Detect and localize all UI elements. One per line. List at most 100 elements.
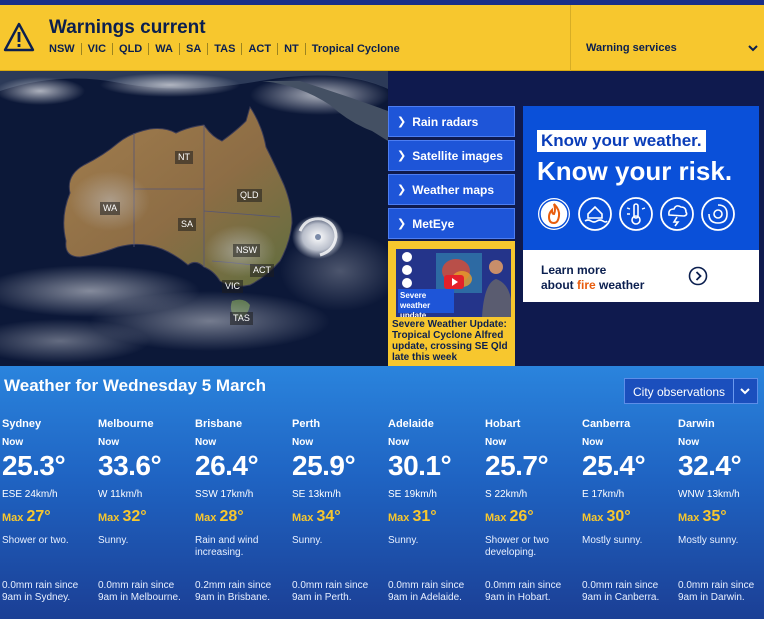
- quick-links: ❯ Rain radars ❯ Satellite images ❯ Weather …: [388, 106, 515, 242]
- max-temperature: Max 28°: [195, 508, 244, 525]
- state-link-nsw[interactable]: NSW: [49, 43, 81, 55]
- current-temperature: 25.4°: [582, 450, 646, 481]
- select-divider: [733, 379, 734, 403]
- chevron-right-icon: ❯: [397, 116, 407, 128]
- now-label: Now: [485, 437, 507, 448]
- wind: WNW 13km/h: [678, 489, 740, 500]
- wind: SSW 17km/h: [195, 489, 254, 500]
- thumbnail-label: Severe weather update: [400, 291, 431, 317]
- max-temperature: Max 34°: [292, 508, 341, 525]
- now-label: Now: [292, 437, 314, 448]
- state-link-sa[interactable]: SA: [178, 43, 207, 55]
- video-caption-link[interactable]: Severe Weather Update: Tropical Cyclone …: [392, 319, 514, 363]
- rainfall-since-9am: 0.0mm rain since 9am in Melbourne.: [98, 580, 181, 603]
- current-temperature: 25.9°: [292, 450, 356, 481]
- wind: ESE 24km/h: [2, 489, 58, 500]
- rainfall-since-9am: 0.0mm rain since 9am in Perth.: [292, 580, 369, 603]
- map-label-tas[interactable]: TAS: [230, 312, 253, 325]
- flood-icon: [578, 197, 612, 231]
- state-link-nt[interactable]: NT: [277, 43, 305, 55]
- state-link-act[interactable]: ACT: [241, 43, 277, 55]
- warnings-title[interactable]: Warnings current: [49, 17, 206, 39]
- warning-services-dropdown[interactable]: Warning services: [586, 42, 677, 54]
- rain-radars-link[interactable]: ❯ Rain radars: [388, 106, 515, 137]
- city-name[interactable]: Darwin: [678, 418, 715, 430]
- city-name[interactable]: Brisbane: [195, 418, 242, 430]
- current-temperature: 33.6°: [98, 450, 162, 481]
- chevron-right-icon: ❯: [397, 218, 407, 230]
- city-name[interactable]: Hobart: [485, 418, 520, 430]
- hazard-icons: [536, 196, 741, 232]
- chevron-down-icon[interactable]: [739, 386, 751, 396]
- rainfall-since-9am: 0.0mm rain since 9am in Hobart.: [485, 580, 562, 603]
- state-link-qld[interactable]: QLD: [112, 43, 148, 55]
- city-weather-panel: Weather for Wednesday 5 March City obser…: [0, 366, 764, 619]
- max-temperature: Max 31°: [388, 508, 437, 525]
- max-temperature: Max 30°: [582, 508, 631, 525]
- map-label-wa[interactable]: WA: [100, 202, 121, 215]
- severe-weather-video-card[interactable]: Severe weather update Severe Weather Upd…: [388, 241, 515, 366]
- select-value: City observations: [633, 385, 726, 399]
- forecast-description: Mostly sunny.: [582, 535, 643, 546]
- forecast-description: Shower or two developing.: [485, 535, 549, 558]
- weather-heading: Weather for Wednesday 5 March: [4, 376, 267, 395]
- forecast-description: Sunny.: [388, 535, 419, 546]
- state-link-tas[interactable]: TAS: [207, 43, 241, 55]
- state-link-vic[interactable]: VIC: [80, 43, 112, 55]
- forecast-description: Sunny.: [98, 535, 129, 546]
- map-label-qld[interactable]: QLD: [237, 189, 262, 202]
- forecast-description: Mostly sunny.: [678, 535, 739, 546]
- warning-triangle-icon: [3, 22, 35, 52]
- city-name[interactable]: Canberra: [582, 418, 630, 430]
- map-label-act[interactable]: ACT: [250, 264, 274, 277]
- city-name[interactable]: Adelaide: [388, 418, 434, 430]
- current-temperature: 26.4°: [195, 450, 259, 481]
- rainfall-since-9am: 0.0mm rain since 9am in Sydney.: [2, 580, 79, 603]
- city-name[interactable]: Perth: [292, 418, 320, 430]
- chevron-right-icon: ❯: [397, 184, 407, 196]
- current-temperature: 30.1°: [388, 450, 452, 481]
- wind: W 11km/h: [98, 489, 143, 500]
- weather-maps-link[interactable]: ❯ Weather maps: [388, 174, 515, 205]
- city-name[interactable]: Melbourne: [98, 418, 154, 430]
- heat-icon: [619, 197, 653, 231]
- now-label: Now: [388, 437, 410, 448]
- know-your-risk-ad[interactable]: Know your weather. Know your risk. Learn…: [523, 106, 759, 302]
- now-label: Now: [582, 437, 604, 448]
- warnings-divider: [570, 5, 571, 71]
- city-name[interactable]: Sydney: [2, 418, 41, 430]
- forecast-description: Sunny.: [292, 535, 323, 546]
- warnings-banner: Warnings current NSW VIC QLD WA SA TAS A…: [0, 5, 764, 71]
- now-label: Now: [678, 437, 700, 448]
- current-temperature: 32.4°: [678, 450, 742, 481]
- fire-icon: [538, 198, 570, 230]
- max-temperature: Max 27°: [2, 508, 51, 525]
- forecast-description: Shower or two.: [2, 535, 69, 546]
- max-temperature: Max 35°: [678, 508, 727, 525]
- state-link-wa[interactable]: WA: [148, 43, 179, 55]
- video-thumbnail[interactable]: Severe weather update: [396, 249, 511, 317]
- storm-icon: [660, 197, 694, 231]
- ad-headline-1: Know your weather.: [537, 130, 706, 152]
- map-label-nsw[interactable]: NSW: [233, 244, 260, 257]
- youtube-play-icon[interactable]: [444, 275, 464, 289]
- now-label: Now: [195, 437, 217, 448]
- map-label-nt[interactable]: NT: [175, 151, 193, 164]
- wind: E 17km/h: [582, 489, 625, 500]
- satellite-images-link[interactable]: ❯ Satellite images: [388, 140, 515, 171]
- map-label-sa[interactable]: SA: [178, 218, 197, 231]
- chevron-right-icon: ❯: [397, 150, 407, 162]
- tropical-cyclone-link[interactable]: Tropical Cyclone: [304, 43, 406, 55]
- satellite-map[interactable]: NT QLD WA SA NSW ACT VIC TAS: [0, 71, 388, 366]
- ad-learn-more[interactable]: Learn more about fire weather: [523, 250, 759, 302]
- arrow-right-circle-icon[interactable]: [688, 266, 708, 286]
- forecast-description: Rain and wind increasing.: [195, 535, 259, 558]
- wind: SE 13km/h: [292, 489, 341, 500]
- meteye-link[interactable]: ❯ MetEye: [388, 208, 515, 239]
- chevron-down-icon[interactable]: [748, 43, 758, 53]
- map-label-vic[interactable]: VIC: [222, 280, 244, 293]
- ad-headline-2: Know your risk.: [537, 156, 733, 186]
- city-observations-select[interactable]: City observations: [624, 378, 758, 404]
- rainfall-since-9am: 0.0mm rain since 9am in Adelaide.: [388, 580, 465, 603]
- ad-learn-text: Learn more about fire weather: [541, 263, 645, 292]
